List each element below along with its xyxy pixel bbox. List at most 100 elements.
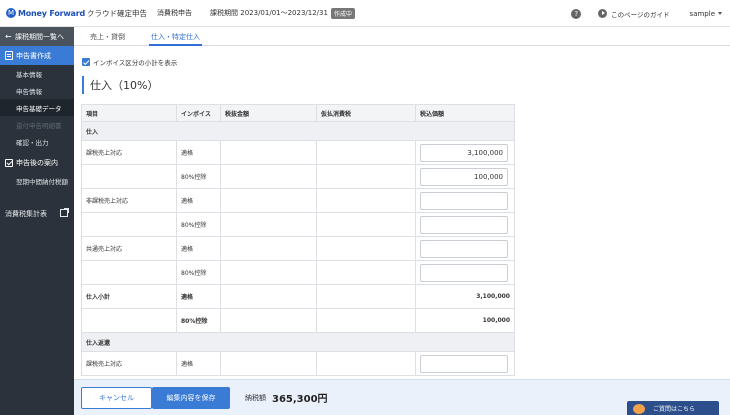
row-item: 非課税売上対応 [81,188,177,213]
row-net-amount [220,284,317,309]
arrow-left-icon: ← [5,32,12,41]
sidebar-back-to-periods[interactable]: ← 課税期間一覧へ [0,27,74,46]
subtotal-amount: 100,000 [415,308,515,333]
header-actions: ? このページのガイド sample [571,0,722,27]
gross-amount-input[interactable] [420,354,508,373]
row-provisional-tax [316,188,416,213]
sidebar-section-create[interactable]: 申告書作成 [0,46,74,65]
row-item: 共通売上対応 [81,236,177,261]
row-invoice: 適格 [176,188,221,213]
row-gross-cell [415,260,515,285]
column-header: 税抜金額 [220,104,317,122]
column-header: 税込価額 [415,104,515,122]
tab-bar: 売上・貸倒 仕入・特定仕入 [74,27,730,46]
row-invoice: 80%控除 [176,212,221,237]
sidebar-back-label: 課税期間一覧へ [15,32,64,41]
play-icon [598,9,608,18]
sidebar-item-basic-info[interactable]: 基本情報 [0,65,74,82]
sidebar-item-label: 申告情報 [16,87,42,96]
table-row: 80%控除 [81,164,515,189]
sidebar-item-filing-info[interactable]: 申告情報 [0,82,74,99]
gross-amount-input[interactable] [420,239,508,258]
table-subtotal-row: 仕入小計 適格 3,100,000 [81,284,515,309]
cancel-button[interactable]: キャンセル [81,387,152,409]
main-content: 売上・貸倒 仕入・特定仕入 インボイス区分の小計を表示 仕入（10%） 項目 イ… [74,27,730,415]
row-item: 課税売上対応 [81,351,177,376]
column-header: 項目 [81,104,177,122]
footer-action-bar: キャンセル 編集内容を保存 納税額 365,300円 ご質問はこちら [74,379,730,415]
sidebar-item-confirm-output[interactable]: 確認・出力 [0,133,74,150]
sidebar-item-base-data[interactable]: 申告基礎データ [0,99,74,116]
page-guide-label: このページのガイド [611,10,670,19]
row-gross-cell [415,236,515,261]
table-subtotal-row: 80%控除 100,000 [81,308,515,333]
row-gross-cell [415,351,515,376]
sidebar-item-interim-payment[interactable]: 翌期中間納付税額 [0,172,74,189]
table-row: 共通売上対応 適格 [81,236,515,261]
sidebar-item-label: 基本情報 [16,70,42,79]
sidebar-item-label: 還付申告明細書 [16,121,62,130]
row-gross-cell [415,164,515,189]
tax-amount-label: 納税額 [245,394,266,402]
row-provisional-tax [316,212,416,237]
section-title: 仕入（10%） [82,76,158,94]
gross-amount-input[interactable] [420,263,508,282]
brand-logo[interactable]: M Money Forward クラウド確定申告 [6,8,147,19]
row-provisional-tax [316,284,416,309]
support-chat-button[interactable]: ご質問はこちら [627,401,719,415]
tab-sales-bad-debt[interactable]: 売上・貸倒 [90,27,125,46]
table-group-row: 仕入返還 [81,332,515,352]
app-header: M Money Forward クラウド確定申告 消費税申告 課税期間 2023… [0,0,730,27]
row-gross-cell [415,140,515,165]
row-provisional-tax [316,140,416,165]
sidebar-item-label: 申告基礎データ [16,104,62,113]
row-provisional-tax [316,164,416,189]
row-provisional-tax [316,351,416,376]
row-net-amount [220,188,317,213]
group-label: 仕入返還 [81,332,515,352]
row-provisional-tax [316,308,416,333]
invoice-subtotal-label: インボイス区分の小計を表示 [93,59,178,67]
gross-amount-input[interactable] [420,191,508,210]
brand-name: Money Forward [18,8,86,18]
sidebar-item-label: 翌期中間納付税額 [16,177,68,186]
row-gross-cell [415,188,515,213]
column-header: 仮払消費税 [316,104,416,122]
table-row: 非課税売上対応 適格 [81,188,515,213]
chat-avatar-icon [633,403,645,414]
tax-amount-value: 365,300円 [272,394,328,405]
gross-amount-input[interactable] [420,215,508,234]
product-name: クラウド確定申告 [87,8,148,18]
invoice-subtotal-toggle[interactable]: インボイス区分の小計を表示 [82,57,177,67]
row-provisional-tax [316,260,416,285]
sidebar-section-after-filing[interactable]: 申告後の案内 [0,153,74,172]
invoice-subtotal-checkbox[interactable] [82,58,90,66]
document-icon [5,51,13,60]
gross-amount-input[interactable] [420,167,508,186]
sidebar-item-label: 確認・出力 [16,138,49,147]
row-net-amount [220,164,317,189]
row-invoice: 適格 [176,351,221,376]
sidebar: ← 課税期間一覧へ 申告書作成 基本情報 申告情報 申告基礎データ 還付申告明細… [0,27,74,415]
row-item [81,164,177,189]
sub-product-name: 消費税申告 [157,9,193,17]
row-invoice: 適格 [176,236,221,261]
user-menu[interactable]: sample [690,10,722,18]
gross-amount-input[interactable] [420,143,508,162]
row-net-amount [220,212,317,237]
subtotal-amount: 3,100,000 [415,284,515,309]
help-icon[interactable]: ? [571,8,582,19]
chevron-down-icon [718,12,722,15]
row-invoice: 適格 [176,284,221,309]
tax-period: 課税期間 2023/01/01〜2023/12/31 [210,9,328,17]
table-header-row: 項目 インボイス 税抜金額 仮払消費税 税込価額 [81,104,515,122]
row-invoice: 80%控除 [176,260,221,285]
support-chat-label: ご質問はこちら [653,406,696,413]
save-button[interactable]: 編集内容を保存 [152,387,230,409]
tab-purchase-specific[interactable]: 仕入・特定仕入 [149,27,202,46]
sidebar-item-tax-summary[interactable]: 消費税集計表 [0,204,74,223]
column-header: インボイス [176,104,221,122]
page-guide-link[interactable]: このページのガイド [598,9,670,19]
row-item [81,212,177,237]
row-net-amount [220,308,317,333]
